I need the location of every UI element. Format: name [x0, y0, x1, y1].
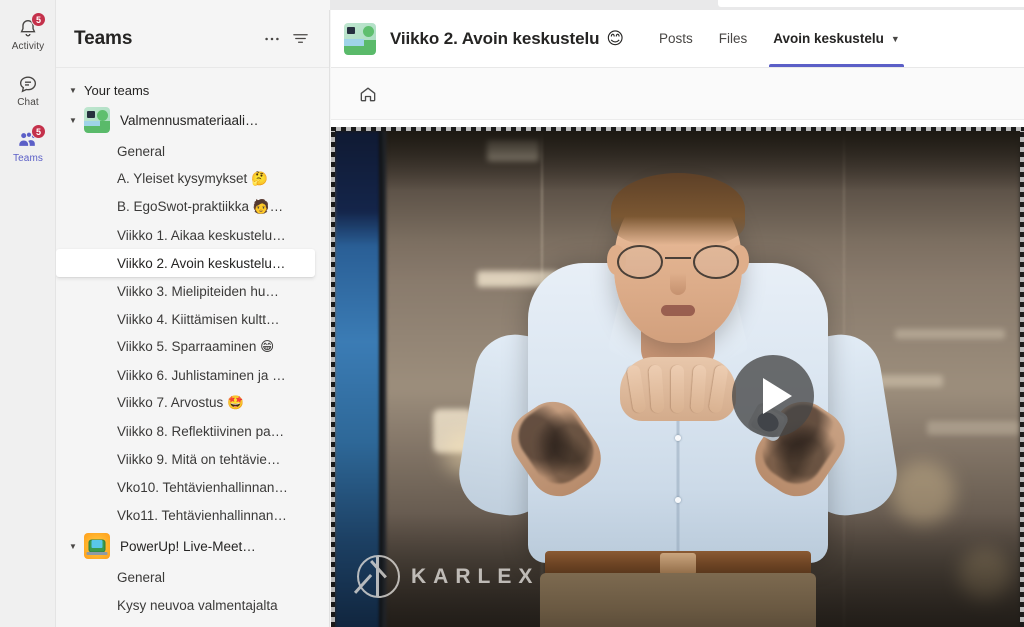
channel-label: General	[117, 143, 166, 159]
video-embed-container: KARLEX	[331, 127, 1024, 627]
presenter-figure	[452, 133, 903, 627]
channel-label: Viikko 3. Mielipiteiden hu…	[117, 283, 279, 299]
tab-label: Posts	[659, 31, 693, 46]
teams-tree: ▼ Your teams ▼ Valmennusmateriaali… Gene…	[56, 68, 329, 627]
tab-avoin-keskustelu[interactable]: Avoin keskustelu ▼	[760, 10, 912, 67]
channel-row-vko-11[interactable]: Vko11. Tehtävienhallinnan…	[56, 501, 315, 529]
blue-wall-panel	[335, 131, 381, 627]
sidebar-header: Teams	[56, 10, 329, 68]
page-title: Viikko 2. Avoin keskustelu 😊	[390, 29, 624, 49]
your-teams-label: Your teams	[84, 82, 150, 98]
activity-badge: 5	[31, 12, 46, 27]
search-input[interactable]	[718, 0, 1024, 7]
top-search-strip	[330, 0, 1024, 10]
channel-label: Kysy neuvoa valmentajalta	[117, 597, 278, 613]
rail-item-activity[interactable]: Activity 5	[0, 6, 56, 62]
channel-row-viikko-6[interactable]: Viikko 6. Juhlistaminen ja …	[56, 361, 315, 389]
channel-label: Viikko 5. Sparraaminen 😁	[117, 339, 275, 354]
tab-files[interactable]: Files	[706, 10, 761, 67]
channel-avatar	[344, 22, 376, 55]
rail-label-activity: Activity	[11, 40, 45, 52]
channel-row-general[interactable]: General	[56, 137, 315, 165]
teams-app-window: Activity 5 Chat Teams 5 Teams ▼ Your tea…	[0, 0, 1024, 627]
play-button[interactable]	[732, 355, 814, 437]
channel-row-kysy-neuvoa[interactable]: Kysy neuvoa valmentajalta	[56, 591, 315, 619]
more-options-icon[interactable]	[259, 26, 285, 52]
channel-label: Vko10. Tehtävienhallinnan…	[117, 479, 288, 495]
channel-row-vko-10[interactable]: Vko10. Tehtävienhallinnan…	[56, 473, 315, 501]
valmennus-team-avatar	[84, 107, 110, 133]
tab-posts[interactable]: Posts	[646, 10, 706, 67]
karlex-watermark: KARLEX	[353, 555, 540, 598]
channel-label: A. Yleiset kysymykset 🤔	[117, 171, 268, 186]
channel-label: Viikko 8. Reflektiivinen pa…	[117, 423, 285, 439]
channel-row-viikko-4[interactable]: Viikko 4. Kiittämisen kultt…	[56, 305, 315, 333]
smiling-face-emoji: 😊	[606, 29, 624, 48]
channel-label: Viikko 7. Arvostus 🤩	[117, 395, 244, 410]
powerup-team-avatar	[84, 533, 110, 559]
team-name: Valmennusmateriaali…	[120, 112, 259, 128]
watermark-text: KARLEX	[411, 564, 540, 588]
chevron-down-icon: ▼	[69, 85, 77, 95]
chevron-down-icon[interactable]: ▼	[66, 113, 80, 127]
channel-row-viikko-9[interactable]: Viikko 9. Mitä on tehtävie…	[56, 445, 315, 473]
channel-row-viikko-1[interactable]: Viikko 1. Aikaa keskustelu…	[56, 221, 315, 249]
channel-label: Vko11. Tehtävienhallinnan…	[117, 507, 287, 523]
rail-item-chat[interactable]: Chat	[0, 62, 56, 118]
page-title-text: Viikko 2. Avoin keskustelu	[390, 28, 600, 48]
tab-label: Avoin keskustelu	[773, 31, 884, 46]
channel-label: Viikko 2. Avoin keskustelu…	[117, 255, 286, 271]
channel-tabs: Posts Files Avoin keskustelu ▼	[646, 10, 913, 67]
clasped-hands	[619, 357, 736, 421]
team-name: PowerUp! Live-Meet…	[120, 538, 256, 554]
chevron-down-icon[interactable]: ▼	[66, 539, 80, 553]
channel-row-viikko-3[interactable]: Viikko 3. Mielipiteiden hu…	[56, 277, 315, 305]
teams-badge: 5	[31, 124, 46, 139]
channel-label: B. EgoSwot-praktiikka 🧑…	[117, 199, 284, 214]
channel-row-viikko-5[interactable]: Viikko 5. Sparraaminen 😁	[56, 333, 315, 361]
channel-label: Viikko 4. Kiittämisen kultt…	[117, 311, 280, 327]
team-row-powerup-live-meet[interactable]: ▼ PowerUp! Live-Meet…	[56, 529, 329, 563]
play-triangle-icon	[762, 378, 792, 414]
rail-item-teams[interactable]: Teams 5	[0, 118, 56, 174]
channel-row-powerup-general[interactable]: General	[56, 563, 315, 591]
karlex-logo-icon	[353, 555, 400, 598]
chat-bubble-icon	[16, 72, 40, 96]
rail-label-teams: Teams	[13, 152, 43, 164]
channel-label: Viikko 6. Juhlistaminen ja …	[117, 367, 286, 383]
channel-label: Viikko 9. Mitä on tehtävie…	[117, 451, 281, 467]
channel-row-yleiset-kysymykset[interactable]: A. Yleiset kysymykset 🤔	[56, 165, 315, 193]
channel-row-powerup-viikko-1[interactable]: Viikko 1. Aikaa keskustelu	[56, 619, 315, 627]
video-player[interactable]: KARLEX	[335, 131, 1020, 627]
chevron-down-icon[interactable]: ▼	[891, 34, 900, 44]
rail-label-chat: Chat	[17, 96, 39, 108]
tab-label: Files	[718, 31, 748, 46]
channel-label: Viikko 1. Aikaa keskustelu…	[117, 227, 286, 243]
filter-icon[interactable]	[287, 26, 313, 52]
channel-row-viikko-7[interactable]: Viikko 7. Arvostus 🤩	[56, 389, 315, 417]
channel-header: Viikko 2. Avoin keskustelu 😊 Posts Files…	[331, 10, 1024, 68]
channel-label: General	[117, 569, 166, 585]
team-row-valmennusmateriaali[interactable]: ▼ Valmennusmateriaali…	[56, 103, 329, 137]
your-teams-section-header[interactable]: ▼ Your teams	[56, 77, 329, 103]
sidebar-title: Teams	[74, 27, 133, 49]
main-content: Viikko 2. Avoin keskustelu 😊 Posts Files…	[331, 10, 1024, 627]
teams-sidebar: Teams ▼ Your teams ▼ Valmennusmateriaali…	[56, 10, 330, 627]
app-toolbar	[331, 68, 1024, 120]
channel-row-viikko-2[interactable]: Viikko 2. Avoin keskustelu…	[56, 249, 315, 277]
channel-row-egoswot-praktiikka[interactable]: B. EgoSwot-praktiikka 🧑…	[56, 193, 315, 221]
home-icon[interactable]	[355, 81, 381, 107]
app-rail: Activity 5 Chat Teams 5	[0, 0, 56, 627]
channel-row-viikko-8[interactable]: Viikko 8. Reflektiivinen pa…	[56, 417, 315, 445]
